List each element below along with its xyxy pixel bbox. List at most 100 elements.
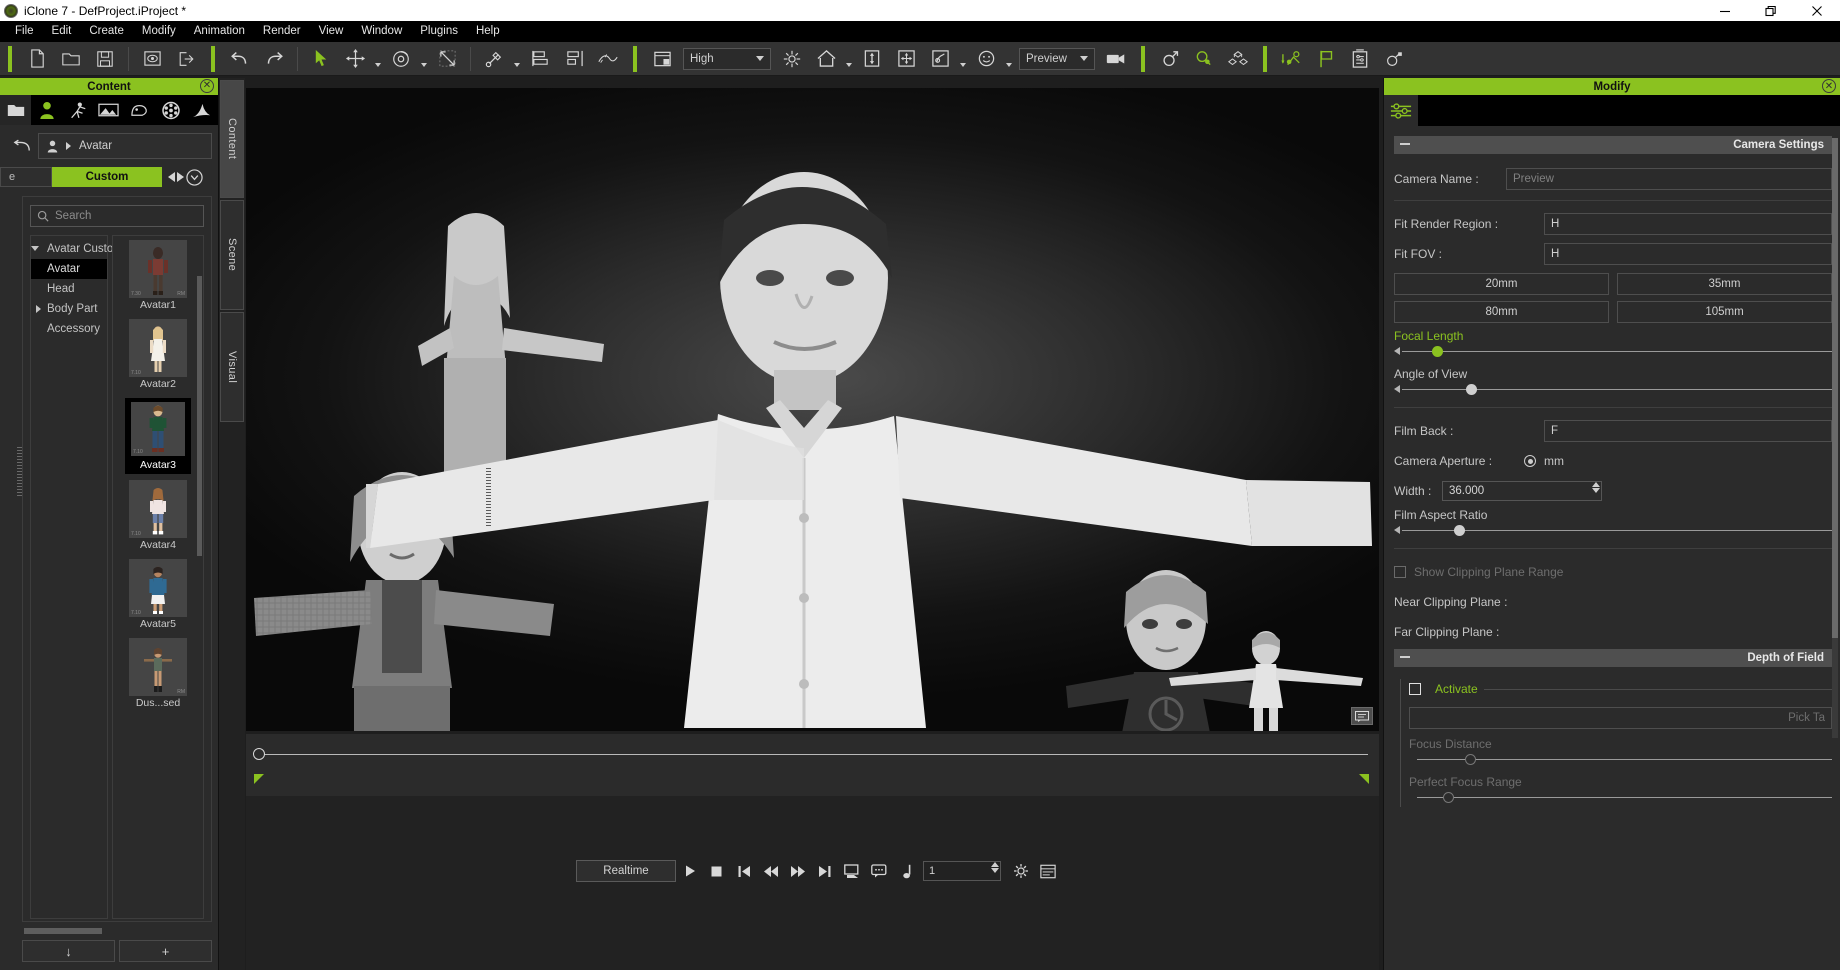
sliders-icon[interactable]: [1384, 95, 1418, 126]
menu-help[interactable]: Help: [467, 21, 509, 42]
list-item[interactable]: 7.30 RM Avatar1: [127, 240, 189, 313]
focal-preset-20mm-button[interactable]: 20mm: [1394, 273, 1609, 295]
male-gender-icon[interactable]: [1153, 44, 1187, 74]
effects-tab-icon[interactable]: [186, 95, 217, 125]
activate-checkbox[interactable]: [1409, 683, 1421, 695]
fit-vertical-icon[interactable]: [855, 44, 889, 74]
slider-track[interactable]: [1402, 530, 1832, 531]
motion-tab-icon[interactable]: [62, 95, 93, 125]
stepper-up-icon[interactable]: [1592, 482, 1600, 487]
preview-quality-chevron-down-icon[interactable]: [957, 44, 969, 74]
transform-settings-icon[interactable]: [1377, 44, 1411, 74]
focus-distance-slider[interactable]: [1409, 751, 1832, 769]
camera-aperture-mm-radio[interactable]: [1524, 455, 1536, 467]
link-tool-chevron-down-icon[interactable]: [511, 44, 523, 74]
tree-horizontal-scrollbar[interactable]: [24, 928, 102, 934]
show-clipping-plane-range-checkbox[interactable]: [1394, 566, 1406, 578]
timeline-strip[interactable]: [246, 734, 1379, 796]
gear-icon[interactable]: [1007, 858, 1034, 884]
back-arrow-icon[interactable]: [6, 133, 38, 159]
3d-viewport[interactable]: [246, 88, 1379, 731]
redo-icon[interactable]: [257, 44, 291, 74]
female-gender-icon[interactable]: [1187, 44, 1221, 74]
list-item[interactable]: 7.10 Avatar2: [127, 319, 189, 392]
export-icon[interactable]: [169, 44, 203, 74]
align-distribute-icon[interactable]: [557, 44, 591, 74]
tree-node-avatar[interactable]: Avatar: [31, 259, 107, 279]
motion-path-icon[interactable]: [591, 44, 625, 74]
angle-of-view-knob[interactable]: [1466, 384, 1477, 395]
timeline-icon[interactable]: [1034, 858, 1061, 884]
close-icon[interactable]: ✕: [1822, 79, 1836, 93]
slider-left-arrow-icon[interactable]: [1394, 526, 1400, 534]
prop-tab-icon[interactable]: [124, 95, 155, 125]
light-icon[interactable]: [775, 44, 809, 74]
list-item-selected[interactable]: 7.10 Avatar3: [125, 398, 191, 474]
tree-node-accessory[interactable]: Accessory: [31, 319, 107, 339]
move-tool-chevron-down-icon[interactable]: [372, 44, 384, 74]
fit-all-icon[interactable]: [889, 44, 923, 74]
collapse-icon[interactable]: [1400, 656, 1410, 658]
fit-render-region-select[interactable]: H: [1544, 213, 1832, 235]
viewport-message-icon[interactable]: [1351, 707, 1373, 725]
focal-preset-105mm-button[interactable]: 105mm: [1617, 301, 1832, 323]
audio-button[interactable]: [892, 858, 919, 884]
panel-resize-handle[interactable]: [486, 468, 491, 528]
stepper-up-icon[interactable]: [991, 862, 999, 867]
home-view-icon[interactable]: [809, 44, 843, 74]
search-input[interactable]: Search: [30, 205, 204, 227]
select-tool-icon[interactable]: [304, 44, 338, 74]
home-view-chevron-down-icon[interactable]: [843, 44, 855, 74]
list-item[interactable]: 7.10 Avatar4: [127, 480, 189, 553]
load-preview-icon[interactable]: [135, 44, 169, 74]
activate-row[interactable]: Activate: [1409, 679, 1832, 699]
angle-of-view-slider[interactable]: [1394, 381, 1832, 399]
avatar-tab-icon[interactable]: [31, 95, 62, 125]
focal-length-knob[interactable]: [1432, 346, 1443, 357]
add-button[interactable]: +: [119, 940, 212, 962]
menu-edit[interactable]: Edit: [43, 21, 81, 42]
folder-tab-icon[interactable]: [0, 95, 31, 125]
tree-node-head[interactable]: Head: [31, 279, 107, 299]
close-icon[interactable]: [1794, 0, 1840, 21]
move-tool-icon[interactable]: [338, 44, 372, 74]
fit-fov-select[interactable]: H: [1544, 243, 1832, 265]
menu-modify[interactable]: Modify: [133, 21, 185, 42]
stepper-down-icon[interactable]: [1592, 488, 1600, 493]
stepper-down-icon[interactable]: [991, 868, 999, 873]
subtitle-button[interactable]: [865, 858, 892, 884]
frame-stepper[interactable]: [991, 862, 999, 873]
download-button[interactable]: ↓: [22, 940, 115, 962]
menu-window[interactable]: Window: [352, 21, 411, 42]
menu-plugins[interactable]: Plugins: [411, 21, 467, 42]
tree-node-body-part[interactable]: Body Part: [31, 299, 107, 319]
modify-panel-scrollbar[interactable]: [1832, 138, 1838, 738]
timeline-playhead[interactable]: [253, 748, 265, 760]
tree-node-avatar-custom[interactable]: Avatar Custom: [31, 239, 123, 259]
menu-animation[interactable]: Animation: [185, 21, 254, 42]
link-tool-icon[interactable]: [477, 44, 511, 74]
collapse-icon[interactable]: [1400, 143, 1410, 145]
menu-view[interactable]: View: [310, 21, 353, 42]
open-project-icon[interactable]: [54, 44, 88, 74]
menu-file[interactable]: File: [6, 21, 43, 42]
scene-tab-icon[interactable]: [93, 95, 124, 125]
media-tab-icon[interactable]: [155, 95, 186, 125]
stop-button[interactable]: [703, 858, 730, 884]
show-clipping-plane-range-row[interactable]: Show Clipping Plane Range: [1394, 559, 1832, 585]
thumbnail-list[interactable]: 7.30 RM Avatar1 7.10 Avatar2 7.10 Avatar…: [112, 235, 204, 919]
focal-length-slider[interactable]: [1394, 343, 1832, 361]
new-project-icon[interactable]: [20, 44, 54, 74]
scale-tool-icon[interactable]: [430, 44, 464, 74]
close-icon[interactable]: ✕: [200, 79, 214, 93]
pick-target-input[interactable]: Pick Ta: [1409, 707, 1832, 729]
film-aspect-ratio-knob[interactable]: [1454, 525, 1465, 536]
fast-forward-button[interactable]: [784, 858, 811, 884]
next-arrow-icon[interactable]: [177, 172, 184, 182]
camera-settings-group-header[interactable]: Camera Settings: [1394, 136, 1832, 154]
save-project-icon[interactable]: [88, 44, 122, 74]
sidebar-item-content[interactable]: Content: [220, 80, 244, 198]
frame-number-input[interactable]: 1: [923, 861, 1001, 881]
list-item[interactable]: RM Dus...sed: [127, 638, 189, 711]
camera-name-input[interactable]: Preview: [1506, 168, 1832, 190]
